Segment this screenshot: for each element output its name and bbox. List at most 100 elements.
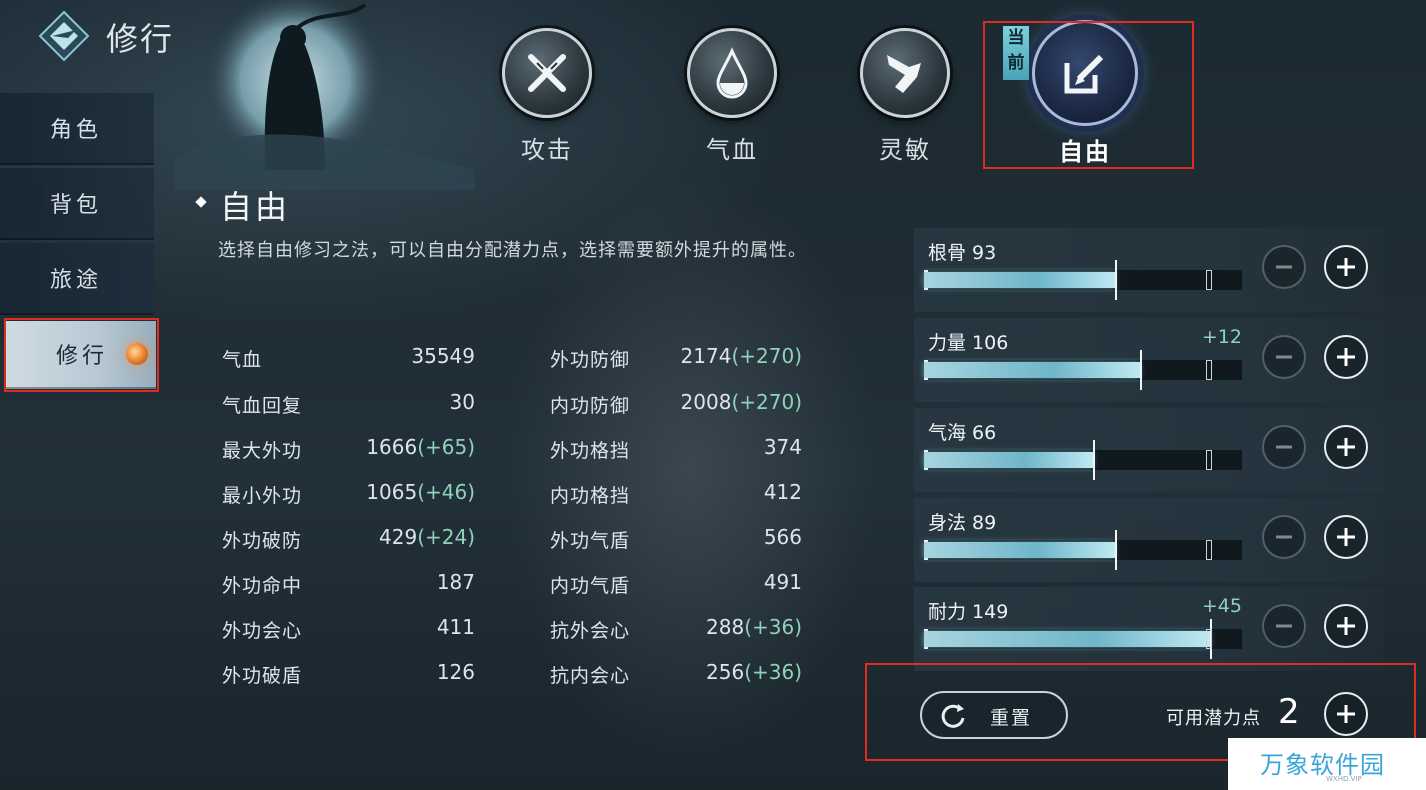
stat-name: 外功防御 [550, 349, 631, 371]
slider-max-mark [1206, 540, 1212, 560]
decrease-button[interactable] [1262, 515, 1306, 559]
stat-value: 126 [295, 660, 475, 684]
stat-value: 1065(+46) [295, 480, 475, 504]
stat-name: 外功破盾 [222, 665, 303, 687]
plus-icon [1337, 528, 1355, 546]
slider-fill [924, 542, 1115, 558]
attribute-label: 身法 89 [928, 512, 997, 534]
attribute-slider[interactable] [924, 530, 1242, 570]
tab-agility[interactable]: 灵敏 [845, 28, 965, 178]
sidebar-item-bag[interactable]: 背包 [0, 168, 154, 240]
stat-value: 2174(+270) [622, 344, 802, 368]
stat-bonus: (+46) [417, 480, 475, 504]
attribute-row: 力量 106 +12 [914, 318, 1384, 402]
stat-number: 2174 [680, 344, 732, 368]
increase-button[interactable] [1324, 335, 1368, 379]
stat-name: 气血 [222, 349, 263, 371]
stat-value: 288(+36) [622, 615, 802, 639]
hero-illustration [175, 0, 475, 190]
tab-vitality-button[interactable] [687, 28, 777, 118]
sidebar-item-label: 旅途 [50, 268, 103, 293]
slider-handle[interactable] [1115, 260, 1117, 300]
wing-icon [887, 55, 921, 93]
slider-handle[interactable] [1115, 530, 1117, 570]
stat-value: 30 [295, 390, 475, 414]
decrease-button[interactable] [1262, 604, 1306, 648]
stat-name: 外功会心 [222, 620, 303, 642]
decrease-button[interactable] [1262, 245, 1306, 289]
slider-fill [924, 362, 1140, 378]
attribute-label: 气海 66 [928, 422, 997, 444]
tab-agility-button[interactable] [860, 28, 950, 118]
attribute-row: 身法 89 [914, 498, 1384, 582]
increase-button[interactable] [1324, 604, 1368, 648]
highlight-box-tab [983, 21, 1194, 169]
stat-name: 内功防御 [550, 395, 631, 417]
page-title: 修行 [106, 20, 175, 58]
stat-name: 最大外功 [222, 440, 303, 462]
tab-vitality[interactable]: 气血 [672, 28, 792, 178]
attribute-row: 根骨 93 [914, 228, 1384, 312]
stat-name: 气血回复 [222, 395, 303, 417]
tab-attack-button[interactable] [502, 28, 592, 118]
stat-bonus: (+270) [731, 390, 802, 414]
stat-value: 429(+24) [295, 525, 475, 549]
highlight-box-sidebar [4, 318, 159, 392]
stat-number: 256 [706, 660, 745, 684]
sidebar-item-character[interactable]: 角色 [0, 93, 154, 165]
stat-number: 30 [449, 390, 475, 414]
stat-number: 35549 [411, 344, 475, 368]
crossed-swords-icon [528, 54, 566, 92]
plus-icon [1337, 348, 1355, 366]
stat-number: 566 [763, 525, 802, 549]
attribute-slider[interactable] [924, 260, 1242, 300]
stat-number: 412 [763, 480, 802, 504]
minus-icon [1276, 445, 1292, 449]
attribute-bonus: +12 [1201, 326, 1242, 348]
plus-icon [1337, 617, 1355, 635]
bullet-diamond-icon [195, 196, 207, 208]
decrease-button[interactable] [1262, 335, 1306, 379]
attribute-label: 耐力 149 [928, 601, 1009, 623]
stat-number: 374 [763, 435, 802, 459]
slider-handle[interactable] [1140, 350, 1142, 390]
stat-number: 1065 [366, 480, 418, 504]
slider-fill [924, 272, 1115, 288]
tab-label: 气血 [706, 136, 758, 164]
stat-value: 1666(+65) [295, 435, 475, 459]
stat-name: 最小外功 [222, 485, 303, 507]
attribute-slider[interactable] [924, 440, 1242, 480]
section-title: 自由 [220, 188, 291, 226]
attribute-row: 气海 66 [914, 408, 1384, 492]
increase-button[interactable] [1324, 425, 1368, 469]
sidebar-item-label: 背包 [50, 193, 103, 218]
slider-handle[interactable] [1093, 440, 1095, 480]
attribute-slider[interactable] [924, 350, 1242, 390]
slider-fill [924, 631, 1210, 647]
tab-label: 攻击 [521, 136, 573, 164]
stat-value: 35549 [295, 344, 475, 368]
stat-value: 2008(+270) [622, 390, 802, 414]
sidebar-item-label: 角色 [50, 118, 103, 143]
stat-name: 外功破防 [222, 530, 303, 552]
stat-number: 429 [379, 525, 418, 549]
stat-number: 126 [436, 660, 475, 684]
minus-icon [1276, 535, 1292, 539]
attribute-label: 力量 106 [928, 332, 1009, 354]
watermark-subtext: WXHD.VIP [1326, 775, 1362, 783]
tab-attack[interactable]: 攻击 [487, 28, 607, 178]
sidebar-item-journey[interactable]: 旅途 [0, 243, 154, 315]
stat-value: 187 [295, 570, 475, 594]
stat-number: 2008 [680, 390, 732, 414]
attribute-slider[interactable] [924, 619, 1242, 659]
tab-label: 灵敏 [879, 136, 931, 164]
stat-bonus: (+24) [417, 525, 475, 549]
plus-icon [1337, 438, 1355, 456]
plus-icon [1337, 258, 1355, 276]
slider-max-mark [1206, 450, 1212, 470]
stat-bonus: (+270) [731, 344, 802, 368]
increase-button[interactable] [1324, 515, 1368, 559]
increase-button[interactable] [1324, 245, 1368, 289]
stat-name: 内功气盾 [550, 575, 631, 597]
decrease-button[interactable] [1262, 425, 1306, 469]
